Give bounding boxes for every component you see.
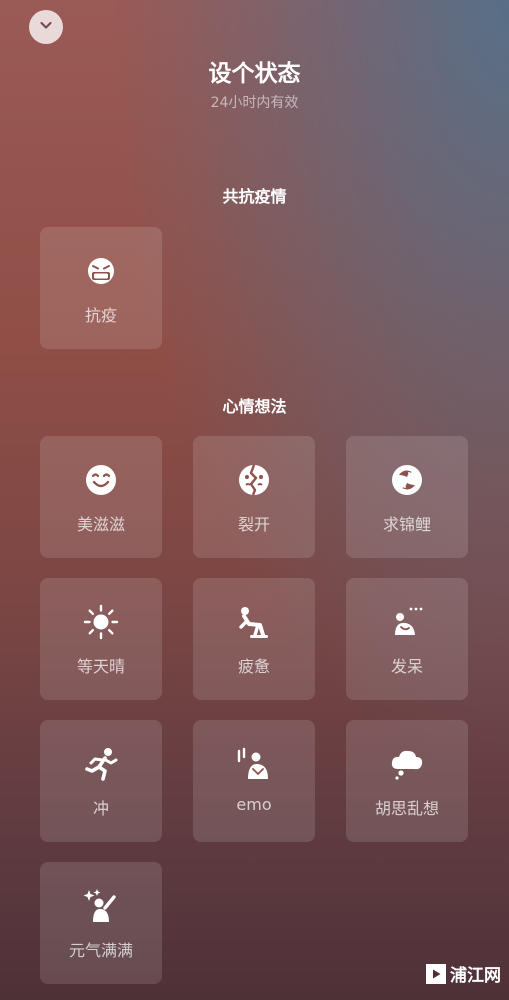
koi-icon: [387, 462, 427, 498]
daze-person-icon: [387, 604, 427, 640]
watermark-text: 浦江网: [450, 966, 501, 986]
chevron-down-icon: [38, 17, 54, 37]
status-tile-husiluanxiang[interactable]: 胡思乱想: [346, 720, 468, 842]
status-tile-kangyi[interactable]: 抗疫: [40, 227, 162, 349]
status-tile-label: 胡思乱想: [374, 799, 439, 818]
sun-icon: [81, 604, 121, 640]
mask-face-icon: [81, 253, 121, 289]
status-tile-fadai[interactable]: 发呆: [346, 578, 468, 700]
section-title-mood: 心情想法: [222, 397, 287, 416]
collapse-button[interactable]: [29, 10, 63, 44]
status-tile-label: 发呆: [390, 657, 423, 676]
running-person-icon: [81, 746, 121, 782]
status-tile-label: emo: [236, 795, 272, 814]
cracked-face-icon: [234, 462, 274, 498]
energetic-person-icon: [81, 888, 121, 924]
play-logo-icon: [426, 963, 446, 984]
status-tile-meizizi[interactable]: 美滋滋: [40, 436, 162, 558]
page-subtitle: 24小时内有效: [210, 95, 299, 111]
smile-icon: [81, 462, 121, 498]
status-tile-label: 元气满满: [68, 941, 133, 960]
status-tile-liekai[interactable]: 裂开: [193, 436, 315, 558]
status-tile-label: 求锦鲤: [382, 515, 431, 534]
status-tile-qiujinli[interactable]: 求锦鲤: [346, 436, 468, 558]
status-tile-label: 等天晴: [76, 657, 125, 676]
section-title-epidemic: 共抗疫情: [222, 187, 287, 206]
status-tile-pibei[interactable]: 疲惫: [193, 578, 315, 700]
status-tile-label: 冲: [92, 799, 109, 818]
thought-cloud-icon: [387, 746, 427, 782]
status-tile-emo[interactable]: emo: [193, 720, 315, 842]
status-tile-chong[interactable]: 冲: [40, 720, 162, 842]
emo-person-icon: [234, 746, 274, 782]
status-tile-label: 裂开: [237, 515, 270, 534]
status-tile-yuanqimanman[interactable]: 元气满满: [40, 862, 162, 984]
status-tile-label: 美滋滋: [76, 515, 125, 534]
tired-person-icon: [234, 604, 274, 640]
status-tile-label: 疲惫: [237, 657, 270, 676]
page-title: 设个状态: [208, 61, 301, 87]
status-tile-label: 抗疫: [84, 306, 117, 325]
status-tile-dengtianqing[interactable]: 等天晴: [40, 578, 162, 700]
watermark: 浦江网: [426, 961, 501, 986]
